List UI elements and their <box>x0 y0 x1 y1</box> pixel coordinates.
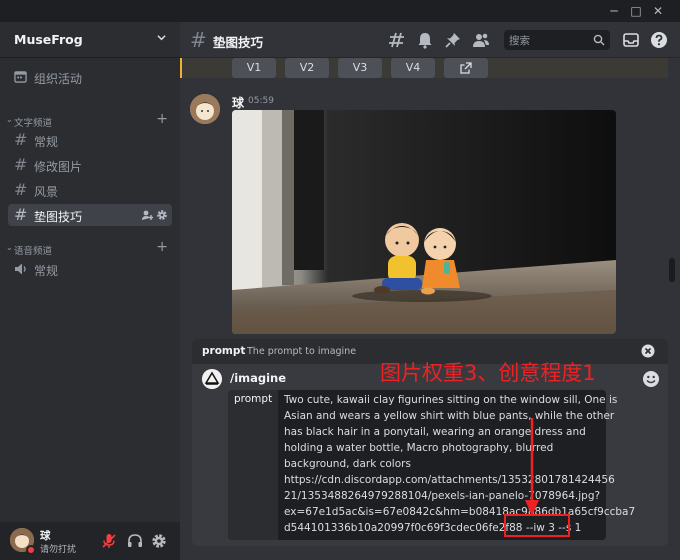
hash-icon: # <box>14 130 28 149</box>
close-button[interactable]: ✕ <box>650 3 666 19</box>
prompt-line: https://cdn.discordapp.com/attachments/1… <box>284 474 615 486</box>
v2-button[interactable]: V2 <box>285 58 329 78</box>
mute-microphone-icon[interactable] <box>100 532 118 550</box>
prompt-line: background, dark colors <box>284 458 411 470</box>
category-text-channels[interactable]: ⌄ 文字频道 + <box>4 111 174 129</box>
hash-icon: # <box>14 180 28 199</box>
speaker-icon <box>15 263 26 275</box>
inbox-icon[interactable] <box>622 31 640 49</box>
chat-area: # 垫图技巧 搜索 V1 V2 V3 V4 球 05:59 prompt The… <box>180 22 680 560</box>
sidebar-item-label: 风景 <box>34 185 59 199</box>
message-author[interactable]: 球 <box>232 94 244 111</box>
slash-command-name: /imagine <box>230 371 287 385</box>
user-settings-gear-icon[interactable] <box>150 532 168 550</box>
user-status-text: 请勿打扰 <box>40 545 77 555</box>
server-name: MuseFrog <box>14 32 83 47</box>
prompt-line: has black hair in a ponytail, wearing an… <box>284 426 586 438</box>
close-icon[interactable] <box>641 344 655 358</box>
channel-header: # 垫图技巧 搜索 <box>180 22 680 58</box>
search-placeholder: 搜索 <box>509 35 530 47</box>
option-name: prompt <box>202 345 246 357</box>
hash-icon: # <box>14 155 28 174</box>
prompt-line: Two cute, kawaii clay figurines sitting … <box>284 394 618 406</box>
sidebar-item-channel-active[interactable]: # 垫图技巧 <box>8 204 172 226</box>
params-highlight-box <box>504 514 570 537</box>
chevron-down-icon: ⌄ <box>6 115 13 124</box>
message-composer[interactable]: /imagine prompt Two cute, kawaii clay fi… <box>192 364 668 546</box>
add-channel-icon[interactable]: + <box>156 239 168 255</box>
sidebar-item-label: 修改图片 <box>34 160 83 174</box>
category-label: 文字频道 <box>14 118 53 129</box>
external-link-icon <box>460 62 472 74</box>
server-header[interactable]: MuseFrog <box>0 22 180 58</box>
gear-icon[interactable] <box>156 209 168 221</box>
message-timestamp: 05:59 <box>248 96 274 106</box>
channel-title: 垫图技巧 <box>213 35 264 50</box>
sidebar-item-label: 常规 <box>34 264 59 278</box>
pin-icon[interactable] <box>444 31 462 49</box>
prompt-line: holding a water bottle, Macro photograph… <box>284 442 554 454</box>
username: 球 <box>40 530 51 542</box>
annotation-arrow-icon <box>525 418 539 516</box>
sidebar-item-events[interactable]: 组织活动 <box>8 66 172 88</box>
sidebar-item-channel[interactable]: # 常规 <box>8 129 172 151</box>
app-avatar <box>202 369 222 389</box>
scrollbar[interactable] <box>669 258 675 282</box>
sidebar-item-channel[interactable]: # 修改图片 <box>8 154 172 176</box>
avatar[interactable] <box>190 94 220 124</box>
sidebar-item-label: 常规 <box>34 135 59 149</box>
search-icon <box>593 34 605 46</box>
prompt-line: d544101336b10a20997f0c69f3cdec06fe2f88 <box>284 522 523 534</box>
hash-icon: # <box>190 28 207 52</box>
headphones-icon[interactable] <box>126 532 144 550</box>
member-list-icon[interactable] <box>472 31 490 49</box>
v3-button[interactable]: V3 <box>338 58 382 78</box>
window-titlebar: ─ □ ✕ <box>0 0 680 22</box>
add-channel-icon[interactable]: + <box>156 111 168 127</box>
prompt-line: 21/1353488264979288104/pexels-ian-panelo… <box>284 490 601 502</box>
prompt-line: Asian and wears a yellow shirt with blue… <box>284 410 615 422</box>
sidebar-item-voice-channel[interactable]: 常规 <box>8 258 172 280</box>
annotation-text: 图片权重3、创意程度1 <box>380 361 596 385</box>
chevron-down-icon: ⌄ <box>6 243 13 252</box>
v4-button[interactable]: V4 <box>391 58 435 78</box>
variation-buttons-row: V1 V2 V3 V4 <box>180 58 668 100</box>
sidebar-item-channel[interactable]: # 风景 <box>8 179 172 201</box>
calendar-icon <box>14 71 27 83</box>
maximize-button[interactable]: □ <box>628 3 644 19</box>
search-input[interactable]: 搜索 <box>504 30 610 50</box>
sidebar-item-label: 组织活动 <box>34 72 83 86</box>
create-invite-icon[interactable] <box>141 209 153 221</box>
channel-sidebar: MuseFrog 组织活动 ⌄ 文字频道 + # 常规 # 修改图片 # 风景 … <box>0 22 180 560</box>
attached-image[interactable] <box>232 110 616 334</box>
chevron-down-icon <box>157 35 166 41</box>
minimize-button[interactable]: ─ <box>606 3 622 19</box>
sidebar-item-label: 垫图技巧 <box>34 210 83 224</box>
threads-icon[interactable] <box>388 31 406 49</box>
user-panel: 球 请勿打扰 <box>0 522 180 560</box>
category-label: 语音频道 <box>14 246 53 257</box>
emoji-icon[interactable] <box>642 370 660 388</box>
hash-icon: # <box>14 205 28 224</box>
category-voice-channels[interactable]: ⌄ 语音频道 + <box>4 239 174 257</box>
option-description: The prompt to imagine <box>247 346 357 357</box>
figurines-photo <box>232 110 616 334</box>
option-label-cell: prompt <box>228 390 278 540</box>
help-icon[interactable] <box>650 31 668 49</box>
open-link-button[interactable] <box>444 58 488 78</box>
dnd-status-icon <box>26 545 36 555</box>
option-label: prompt <box>234 393 273 405</box>
bell-icon[interactable] <box>416 31 434 49</box>
v1-button[interactable]: V1 <box>232 58 276 78</box>
